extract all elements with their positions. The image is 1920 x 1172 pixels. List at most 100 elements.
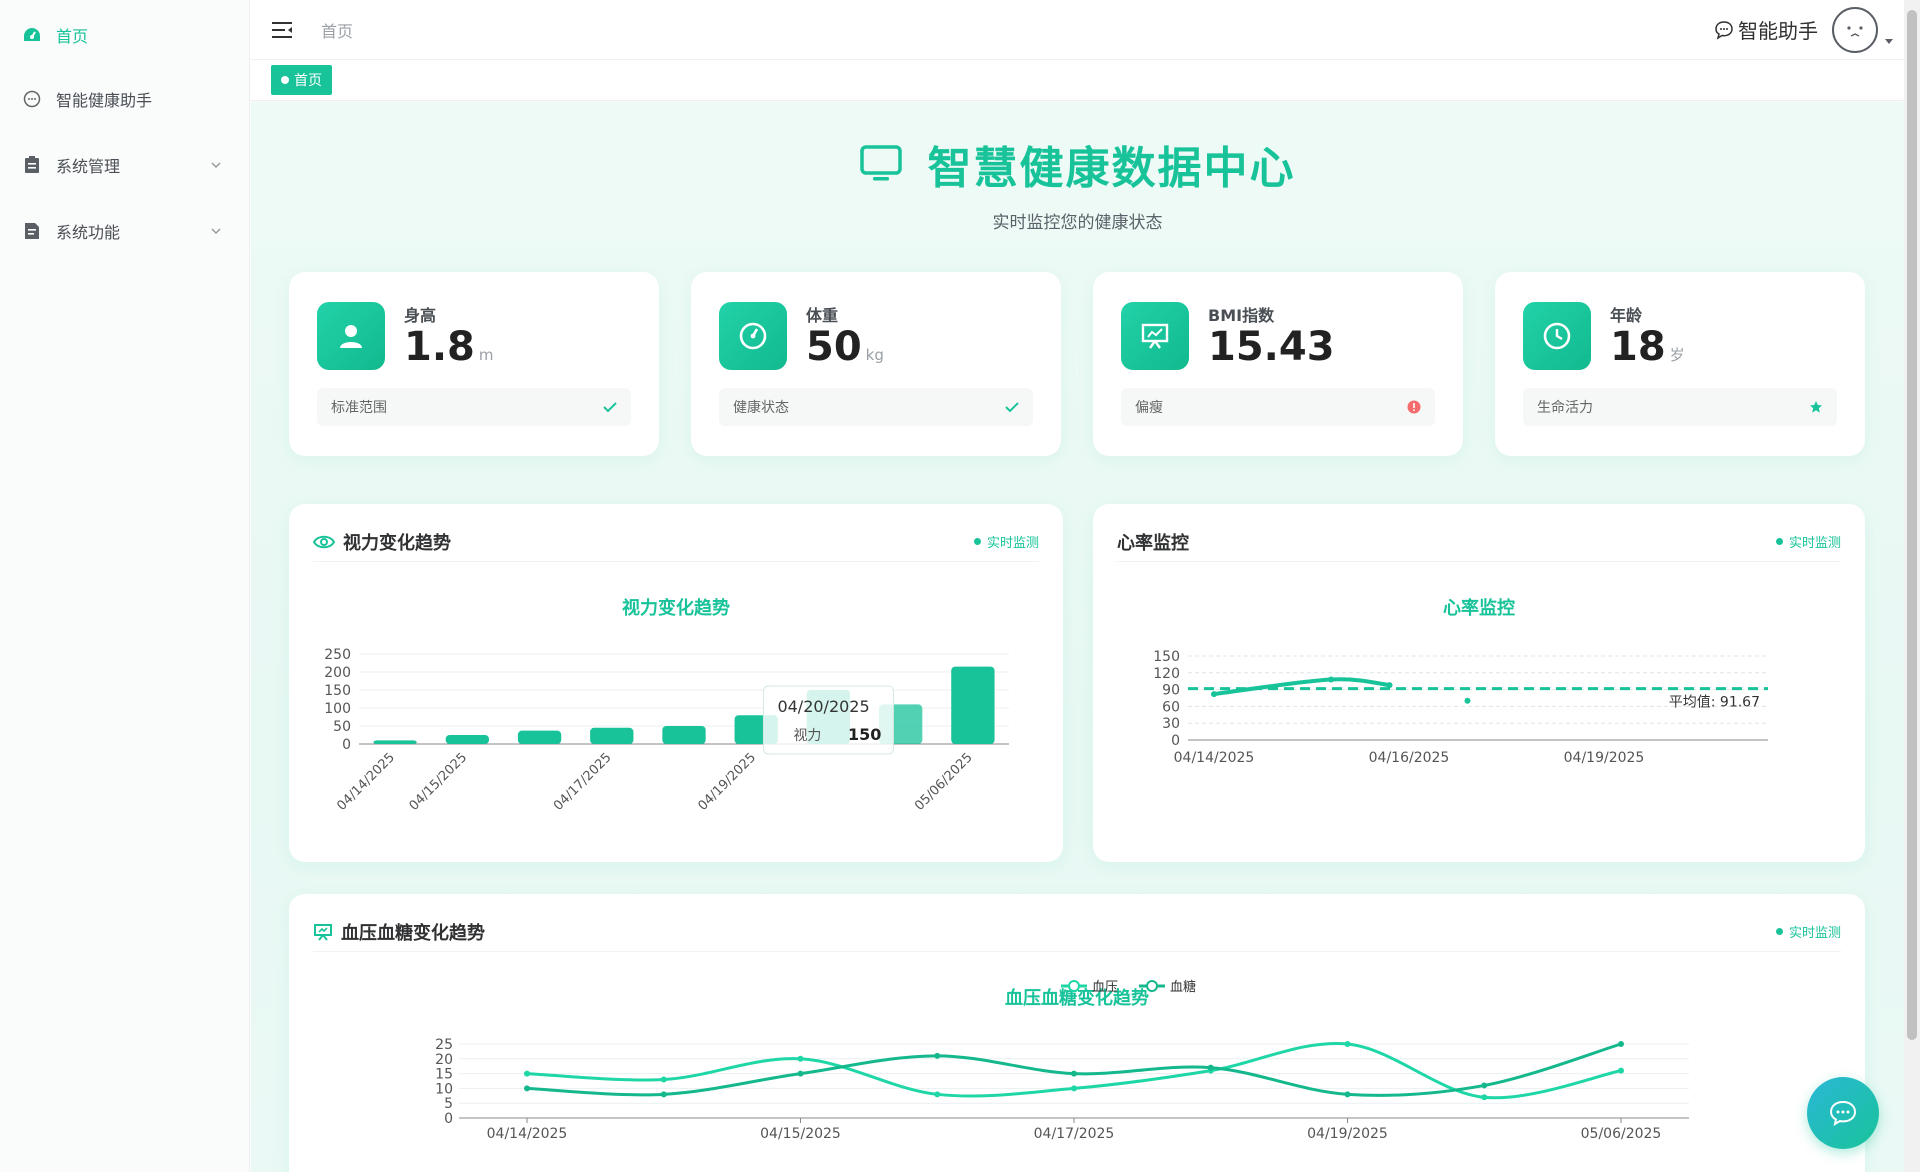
assistant-link[interactable]: 智能助手 [1714,15,1818,44]
y-tick-label: 50 [333,719,351,735]
x-tick-label: 05/06/2025 [912,750,976,814]
gauge-icon [719,302,787,370]
chevron-down-icon[interactable] [209,158,223,172]
page-subtitle: 实时监控您的健康状态 [992,213,1163,233]
legend-marker [1146,980,1158,992]
caret-down-icon[interactable] [1884,38,1894,46]
stat-card-weight: 体重 50 kg 健康状态 [691,272,1061,456]
stat-foot-text: 健康状态 [733,400,789,416]
y-tick-label: 250 [324,647,351,663]
data-point [1328,676,1334,683]
active-dot-icon [281,76,289,84]
chat-bubble-icon [1715,20,1733,40]
sidebar-item-system-functions[interactable]: 系统功能 [0,198,249,264]
bp-line-chart: 0510152025 04/14/2025 04/15/2025 04/17/2025… [435,979,1689,1142]
bar [373,740,417,744]
data-point [1207,1064,1214,1071]
star-icon [1810,401,1822,413]
y-tick-label: 25 [435,1037,453,1053]
tags-bar: 首页 [251,61,1904,101]
data-point [1211,691,1217,698]
heart-line-chart: 0306090120150 04/14/2025 04/16/2025 04/19/2… [1153,649,1768,766]
data-point [1481,1094,1488,1101]
average-label: 平均值: 91.67 [1669,695,1760,711]
user-icon [317,302,385,370]
bar [951,666,995,744]
tooltip-value: 150 [848,725,881,744]
data-point [1481,1082,1488,1089]
tag-home[interactable]: 首页 [271,65,332,95]
page-title-text: 智慧健康数据中心 [927,143,1296,194]
stat-value: 1.8 m [404,324,494,370]
legend-marker [1068,980,1080,992]
page-title: 智慧健康数据中心 [859,132,1296,196]
data-point [1618,1067,1624,1074]
stat-foot: 生命活力 [1523,388,1837,426]
chat-icon [22,89,42,109]
chat-bubble-icon [1829,1100,1857,1127]
sidebar-item-label: 系统功能 [56,223,121,242]
data-point [934,1091,941,1098]
data-point [1344,1091,1351,1098]
data-point [797,1055,804,1062]
x-tick-label: 04/19/2025 [695,750,759,814]
scrollbar[interactable] [1904,0,1920,1172]
menu-toggle-icon[interactable] [271,19,293,41]
tooltip-date: 04/20/2025 [777,697,869,716]
stat-card-age: 年龄 18 岁 生命活力 [1495,272,1865,456]
sidebar: 首页 智能健康助手 系统管理 系统功能 [0,0,250,1172]
sidebar-item-health-assistant[interactable]: 智能健康助手 [0,66,249,132]
stat-value: 15.43 [1208,324,1335,370]
legend-label: 血压 [1092,980,1118,995]
bar [590,727,634,744]
sidebar-item-label: 智能健康助手 [56,91,153,110]
stat-value: 18 岁 [1610,324,1685,370]
warning-icon [1407,400,1421,414]
sidebar-item-system-management[interactable]: 系统管理 [0,132,249,198]
y-tick-label: 15 [435,1067,453,1083]
stat-foot-text: 偏瘦 [1135,400,1163,416]
y-tick-label: 100 [324,701,351,717]
chevron-down-icon[interactable] [209,224,223,238]
y-tick-label: 30 [1162,716,1180,732]
check-icon [603,402,617,413]
y-tick-label: 10 [435,1081,453,1097]
chat-fab-button[interactable] [1807,1077,1879,1149]
heart-series-line [1213,677,1390,697]
data-point [660,1091,667,1098]
avatar[interactable] [1832,6,1878,53]
scrollbar-thumb[interactable] [1907,10,1917,1040]
tooltip-label: 视力 [793,728,821,744]
x-tick-label: 04/19/2025 [1564,750,1645,766]
stat-value: 50 kg [806,324,884,370]
chart-board-icon [1121,302,1189,370]
y-tick-label: 0 [1171,733,1180,749]
clipboard-icon [22,155,42,175]
assistant-label: 智能助手 [1738,19,1818,43]
topbar: 首页 智能助手 [251,0,1904,60]
x-tick-label: 04/16/2025 [1369,750,1450,766]
y-tick-label: 200 [324,665,351,681]
stat-label: BMI指数 [1208,306,1275,325]
main-content: 智慧健康数据中心 实时监控您的健康状态 身高 1.8 m 标准范围 体重 50 kg… [251,102,1904,1172]
monitor-icon [859,145,902,181]
x-tick-label: 04/17/2025 [1034,1126,1115,1142]
stat-card-bmi: BMI指数 15.43 偏瘦 [1093,272,1463,456]
sidebar-item-home[interactable]: 首页 [0,2,249,68]
stat-foot-text: 标准范围 [331,400,387,416]
check-icon [1005,402,1019,413]
y-tick-label: 90 [1162,683,1180,699]
vision-panel: 视力变化趋势 实时监测 视力变化趋势 0 50 100 150 200 250 04/14/… [289,504,1063,862]
data-point [797,1070,804,1077]
y-tick-label: 0 [444,1111,453,1127]
stat-foot-text: 生命活力 [1537,400,1593,416]
data-point [1344,1041,1351,1047]
data-point [1071,1085,1077,1092]
data-point [524,1070,530,1077]
sidebar-item-label: 首页 [56,27,89,46]
stat-foot: 标准范围 [317,388,631,426]
y-tick-label: 20 [435,1052,453,1068]
breadcrumb[interactable]: 首页 [321,18,353,42]
y-tick-label: 0 [342,737,351,753]
stat-label: 年龄 [1610,306,1643,325]
